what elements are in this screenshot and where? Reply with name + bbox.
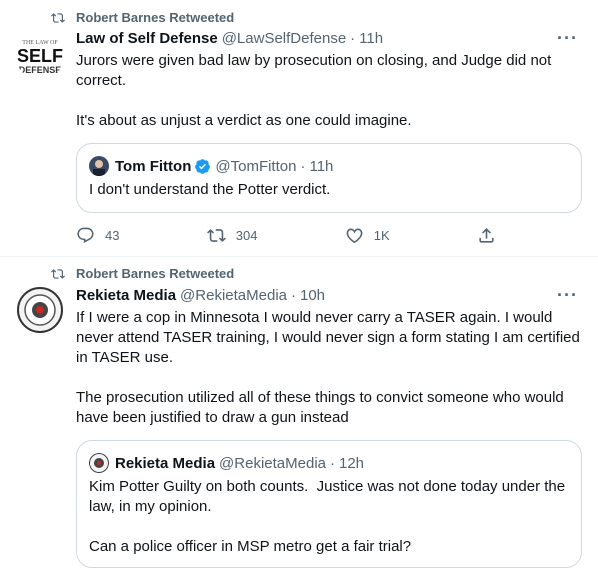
timestamp[interactable]: 10h (300, 287, 325, 304)
quoted-avatar[interactable] (89, 156, 109, 176)
quoted-tweet-header: Tom Fitton @TomFitton · 11h (89, 156, 333, 176)
quoted-timestamp[interactable]: 12h (339, 455, 364, 472)
quoted-tweet-header: Rekieta Media @RekietaMedia · 12h (89, 453, 364, 473)
retweet-context-label: Robert Barnes Retweeted (76, 10, 235, 25)
quoted-author-handle[interactable]: @RekietaMedia (219, 455, 326, 472)
separator-dot: · (350, 30, 356, 47)
author-name[interactable]: Rekieta Media (76, 287, 176, 304)
quoted-tweet-text: Kim Potter Guilty on both counts. Justic… (89, 478, 566, 555)
author-handle[interactable]: @RekietaMedia (180, 287, 287, 304)
quoted-author-name[interactable]: Tom Fitton (115, 158, 191, 175)
separator-dot: · (291, 287, 296, 304)
retweet-icon (206, 229, 226, 242)
timestamp[interactable]: 11h (359, 30, 383, 47)
retweet-context: Robert Barnes Retweeted (50, 10, 234, 25)
more-options-button[interactable]: ··· (557, 285, 578, 306)
tweet-text: If I were a cop in Minnesota I would nev… (76, 309, 580, 426)
quoted-author-handle[interactable]: @TomFitton (215, 158, 296, 175)
quoted-timestamp[interactable]: 11h (309, 158, 333, 175)
retweet-icon (50, 267, 66, 281)
svg-text:DEFENSE: DEFENSE (19, 65, 62, 75)
separator-dot: · (330, 454, 335, 472)
retweet-button[interactable]: 304 (206, 226, 258, 245)
svg-text:SELF: SELF (17, 46, 63, 66)
share-icon (479, 228, 494, 243)
avatar[interactable] (16, 286, 64, 334)
self-defense-logo: THE LAW OF SELF DEFENSE (16, 32, 64, 80)
tweet[interactable]: Robert Barnes Retweeted THE LAW OF SELF … (0, 0, 598, 257)
tweet[interactable]: Robert Barnes Retweeted Rekieta Media @R… (0, 257, 598, 585)
quoted-tweet[interactable]: Tom Fitton @TomFitton · 11h I don't unde… (76, 143, 582, 213)
tweet-header: Law of Self Defense @LawSelfDefense · 11… (76, 28, 582, 49)
tweet-actions: 43 304 1K (76, 226, 506, 245)
retweet-icon (50, 11, 66, 25)
avatar[interactable]: THE LAW OF SELF DEFENSE (16, 32, 64, 80)
retweet-count: 304 (235, 228, 258, 243)
rekieta-seal-logo (16, 286, 64, 334)
reply-icon (77, 227, 94, 244)
quoted-avatar[interactable] (89, 453, 109, 473)
reply-button[interactable]: 43 (76, 226, 119, 245)
quoted-tweet[interactable]: Rekieta Media @RekietaMedia · 12h Kim Po… (76, 440, 582, 568)
tweet-text: Jurors were given bad law by prosecution… (76, 52, 552, 129)
reply-count: 43 (105, 228, 120, 243)
author-handle[interactable]: @LawSelfDefense (222, 30, 346, 47)
separator-dot: · (300, 157, 306, 175)
share-button[interactable] (477, 226, 506, 245)
tweet-header: Rekieta Media @RekietaMedia · 10h ··· (76, 285, 582, 306)
like-button[interactable]: 1K (345, 226, 390, 245)
verified-badge-icon (194, 158, 211, 175)
quoted-author-name[interactable]: Rekieta Media (115, 455, 215, 472)
retweet-context-label: Robert Barnes Retweeted (76, 266, 235, 281)
quoted-tweet-text: I don't understand the Potter verdict. (89, 181, 331, 198)
like-count: 1K (373, 228, 390, 243)
author-name[interactable]: Law of Self Defense (76, 30, 218, 47)
more-options-button[interactable]: ··· (557, 28, 578, 49)
heart-icon (346, 228, 363, 244)
retweet-context: Robert Barnes Retweeted (50, 266, 234, 281)
